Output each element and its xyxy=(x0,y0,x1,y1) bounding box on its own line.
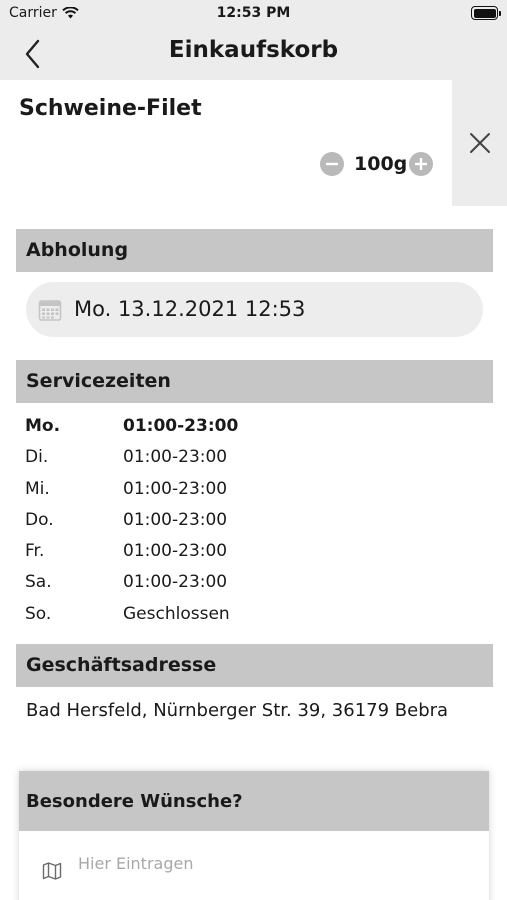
hours-row-sunday: So. Geschlossen xyxy=(25,602,485,633)
hours-value: 01:00-23:00 xyxy=(123,447,228,468)
business-address-header-label: Geschäftsadresse xyxy=(26,654,217,676)
product-name: Schweine-Filet xyxy=(19,96,202,121)
hours-value: 01:00-23:00 xyxy=(123,572,228,593)
business-address-text: Bad Hersfeld, Nürnberger Str. 39, 36179 … xyxy=(26,700,449,721)
battery-icon xyxy=(471,6,501,20)
pickup-datetime: Mo. 13.12.2021 12:53 xyxy=(74,297,306,321)
special-requests-header: Besondere Wünsche? xyxy=(19,771,489,831)
pickup-section-header: Abholung xyxy=(16,229,493,272)
service-hours-section-header: Servicezeiten xyxy=(16,360,493,403)
plus-circle-icon xyxy=(415,158,427,170)
quantity-value: 100g xyxy=(354,153,408,175)
day-label: Fr. xyxy=(25,541,45,562)
hours-value: 01:00-23:00 xyxy=(123,509,228,530)
hours-value: 01:00-23:00 xyxy=(123,541,228,562)
map-icon xyxy=(42,862,62,880)
pickup-header-label: Abholung xyxy=(26,239,129,261)
hours-row-monday: Mo. 01:00-23:00 xyxy=(25,414,485,445)
page-title: Einkaufskorb xyxy=(168,37,339,63)
hours-row-friday: Fr. 01:00-23:00 xyxy=(25,539,485,570)
special-requests-input[interactable]: Hier Eintragen xyxy=(19,831,489,900)
cart-item: Schweine-Filet 100g xyxy=(0,80,507,206)
hours-row-thursday: Do. 01:00-23:00 xyxy=(25,508,485,539)
hours-row-tuesday: Di. 01:00-23:00 xyxy=(25,445,485,476)
hours-value: 01:00-23:00 xyxy=(123,478,228,499)
minus-circle-icon xyxy=(326,162,338,166)
calendar-icon xyxy=(38,300,62,321)
service-hours-header-label: Servicezeiten xyxy=(26,370,171,392)
decrease-quantity-button[interactable] xyxy=(320,152,344,176)
hours-value: Geschlossen xyxy=(123,603,230,624)
day-label: So. xyxy=(25,603,52,624)
navigation-bar: Einkaufskorb xyxy=(0,28,507,80)
business-address-section-header: Geschäftsadresse xyxy=(16,644,493,687)
special-requests-placeholder: Hier Eintragen xyxy=(78,854,194,873)
pickup-date-picker[interactable]: Mo. 13.12.2021 12:53 xyxy=(26,282,483,337)
quantity-stepper: 100g xyxy=(320,152,433,178)
close-icon xyxy=(470,133,490,153)
increase-quantity-button[interactable] xyxy=(409,152,433,176)
hours-value: 01:00-23:00 xyxy=(123,416,239,436)
status-time: 12:53 PM xyxy=(216,5,291,21)
day-label: Sa. xyxy=(25,572,52,593)
special-requests-card: Besondere Wünsche? Hier Eintragen xyxy=(19,771,489,900)
special-requests-header-label: Besondere Wünsche? xyxy=(26,791,243,812)
day-label: Mo. xyxy=(25,416,61,436)
day-label: Mi. xyxy=(25,478,50,499)
day-label: Do. xyxy=(25,509,54,530)
hours-row-wednesday: Mi. 01:00-23:00 xyxy=(25,477,485,508)
service-hours-list: Mo. 01:00-23:00 Di. 01:00-23:00 Mi. 01:0… xyxy=(25,414,485,633)
remove-item-button[interactable] xyxy=(452,80,507,206)
day-label: Di. xyxy=(25,447,49,468)
hours-row-saturday: Sa. 01:00-23:00 xyxy=(25,570,485,601)
status-bar: Carrier 12:53 PM xyxy=(0,0,507,28)
